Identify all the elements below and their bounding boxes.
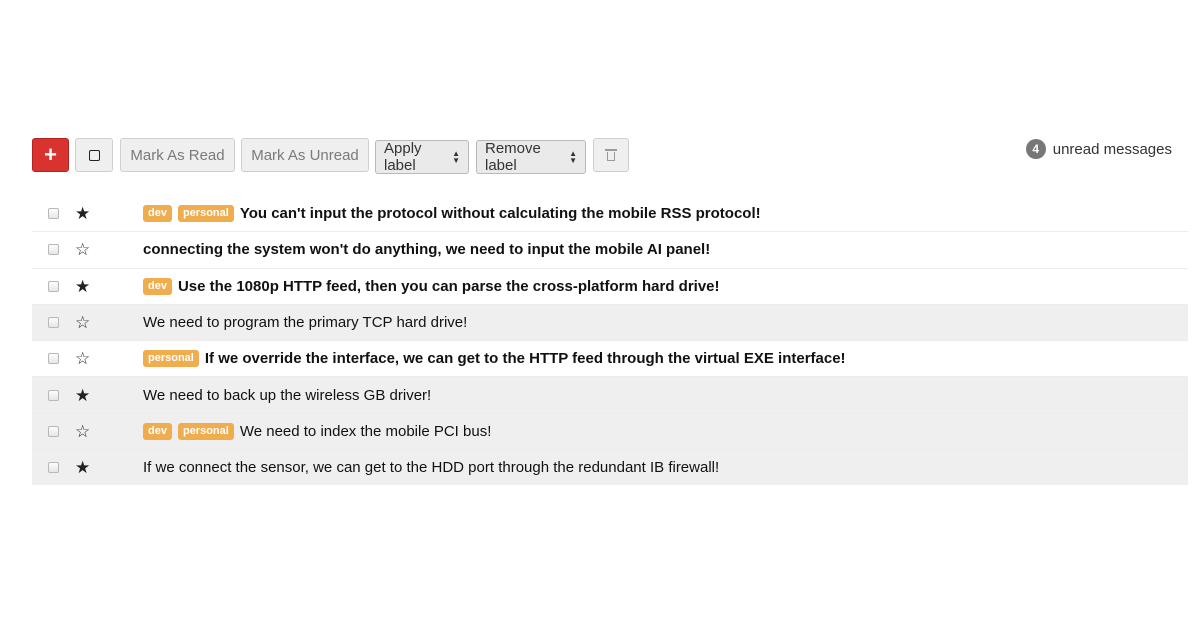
star-outline-icon[interactable]: ☆ xyxy=(75,241,90,258)
delete-button[interactable] xyxy=(593,138,629,172)
label-badge: dev xyxy=(143,422,172,440)
star-filled-icon[interactable]: ★ xyxy=(75,459,90,476)
message-row[interactable]: ☆ dev personal We need to index the mobile … xyxy=(32,412,1188,450)
label-badge: personal xyxy=(177,204,234,222)
message-row[interactable]: ★ If we connect the sensor, we can get to… xyxy=(32,449,1188,486)
message-subject[interactable]: You can't input the protocol without cal… xyxy=(240,205,761,222)
square-icon xyxy=(88,149,100,161)
remove-label-select[interactable]: Remove label ▲ ▼ xyxy=(476,140,586,174)
toolbar: + Mark As Read Mark As Unread Apply labe… xyxy=(32,138,1188,174)
message-row[interactable]: ☆ We need to program the primary TCP hard… xyxy=(32,303,1188,341)
remove-label-text: Remove label xyxy=(485,140,541,174)
message-subject[interactable]: We need to back up the wireless GB drive… xyxy=(143,387,431,404)
message-subject[interactable]: connecting the system won't do anything,… xyxy=(143,241,710,258)
message-content: dev personal We need to index the mobile P… xyxy=(143,422,492,440)
message-content: personal If we override the interface, we… xyxy=(143,350,846,368)
star-filled-icon[interactable]: ★ xyxy=(75,205,90,222)
message-subject[interactable]: We need to index the mobile PCI bus! xyxy=(240,423,492,440)
unread-counter: 4 unread messages xyxy=(1025,138,1172,160)
message-row[interactable]: ☆ connecting the system won't do anything… xyxy=(32,231,1188,267)
star-filled-icon[interactable]: ★ xyxy=(75,278,90,295)
message-list: ★ dev personal You can't input the protocol… xyxy=(32,195,1188,486)
message-checkbox[interactable] xyxy=(48,207,59,219)
message-subject[interactable]: Use the 1080p HTTP feed, then you can pa… xyxy=(178,278,720,295)
message-subject[interactable]: We need to program the primary TCP hard … xyxy=(143,314,467,331)
apply-label-select[interactable]: Apply label ▲ ▼ xyxy=(375,140,469,174)
message-content: dev personal You can't input the protocol … xyxy=(143,204,761,222)
message-checkbox[interactable] xyxy=(48,389,59,401)
message-checkbox[interactable] xyxy=(48,317,59,329)
star-outline-icon[interactable]: ☆ xyxy=(75,314,90,331)
apply-label-text: Apply label xyxy=(384,140,422,174)
message-subject[interactable]: If we connect the sensor, we can get to … xyxy=(143,459,719,476)
label-badge: dev xyxy=(143,204,172,222)
select-all-button[interactable] xyxy=(75,138,113,172)
message-row[interactable]: ☆ personal If we override the interface, w… xyxy=(32,340,1188,376)
message-checkbox[interactable] xyxy=(48,280,59,292)
message-row[interactable]: ★ We need to back up the wireless GB driv… xyxy=(32,376,1188,413)
unread-messages-text: unread messages xyxy=(1052,140,1172,158)
message-subject[interactable]: If we override the interface, we can get… xyxy=(205,350,846,367)
message-content: We need to back up the wireless GB drive… xyxy=(143,387,431,404)
unread-count-badge: 4 xyxy=(1025,139,1046,159)
message-content: We need to program the primary TCP hard … xyxy=(143,314,467,331)
message-content: If we connect the sensor, we can get to … xyxy=(143,459,719,476)
select-arrows-icon: ▲ ▼ xyxy=(452,149,460,165)
message-checkbox[interactable] xyxy=(48,244,59,256)
trash-icon xyxy=(605,149,617,161)
message-row[interactable]: ★ dev personal You can't input the protocol… xyxy=(32,195,1188,231)
star-outline-icon[interactable]: ☆ xyxy=(75,350,90,367)
compose-button[interactable]: + xyxy=(32,138,69,172)
label-badge: personal xyxy=(177,422,234,440)
label-badge: personal xyxy=(143,350,199,368)
mark-as-unread-button[interactable]: Mark As Unread xyxy=(241,138,369,172)
message-row[interactable]: ★ dev Use the 1080p HTTP feed, then you ca… xyxy=(32,267,1188,304)
star-filled-icon[interactable]: ★ xyxy=(75,387,90,404)
select-arrows-icon: ▲ ▼ xyxy=(569,149,577,165)
message-checkbox[interactable] xyxy=(48,462,59,474)
message-checkbox[interactable] xyxy=(48,425,59,437)
message-checkbox[interactable] xyxy=(48,353,59,365)
star-outline-icon[interactable]: ☆ xyxy=(75,423,90,440)
label-badge: dev xyxy=(143,277,172,295)
message-content: connecting the system won't do anything,… xyxy=(143,241,710,258)
mark-as-read-button[interactable]: Mark As Read xyxy=(120,138,235,172)
inbox-page: + Mark As Read Mark As Unread Apply labe… xyxy=(0,0,1200,630)
message-content: dev Use the 1080p HTTP feed, then you can… xyxy=(143,277,720,295)
